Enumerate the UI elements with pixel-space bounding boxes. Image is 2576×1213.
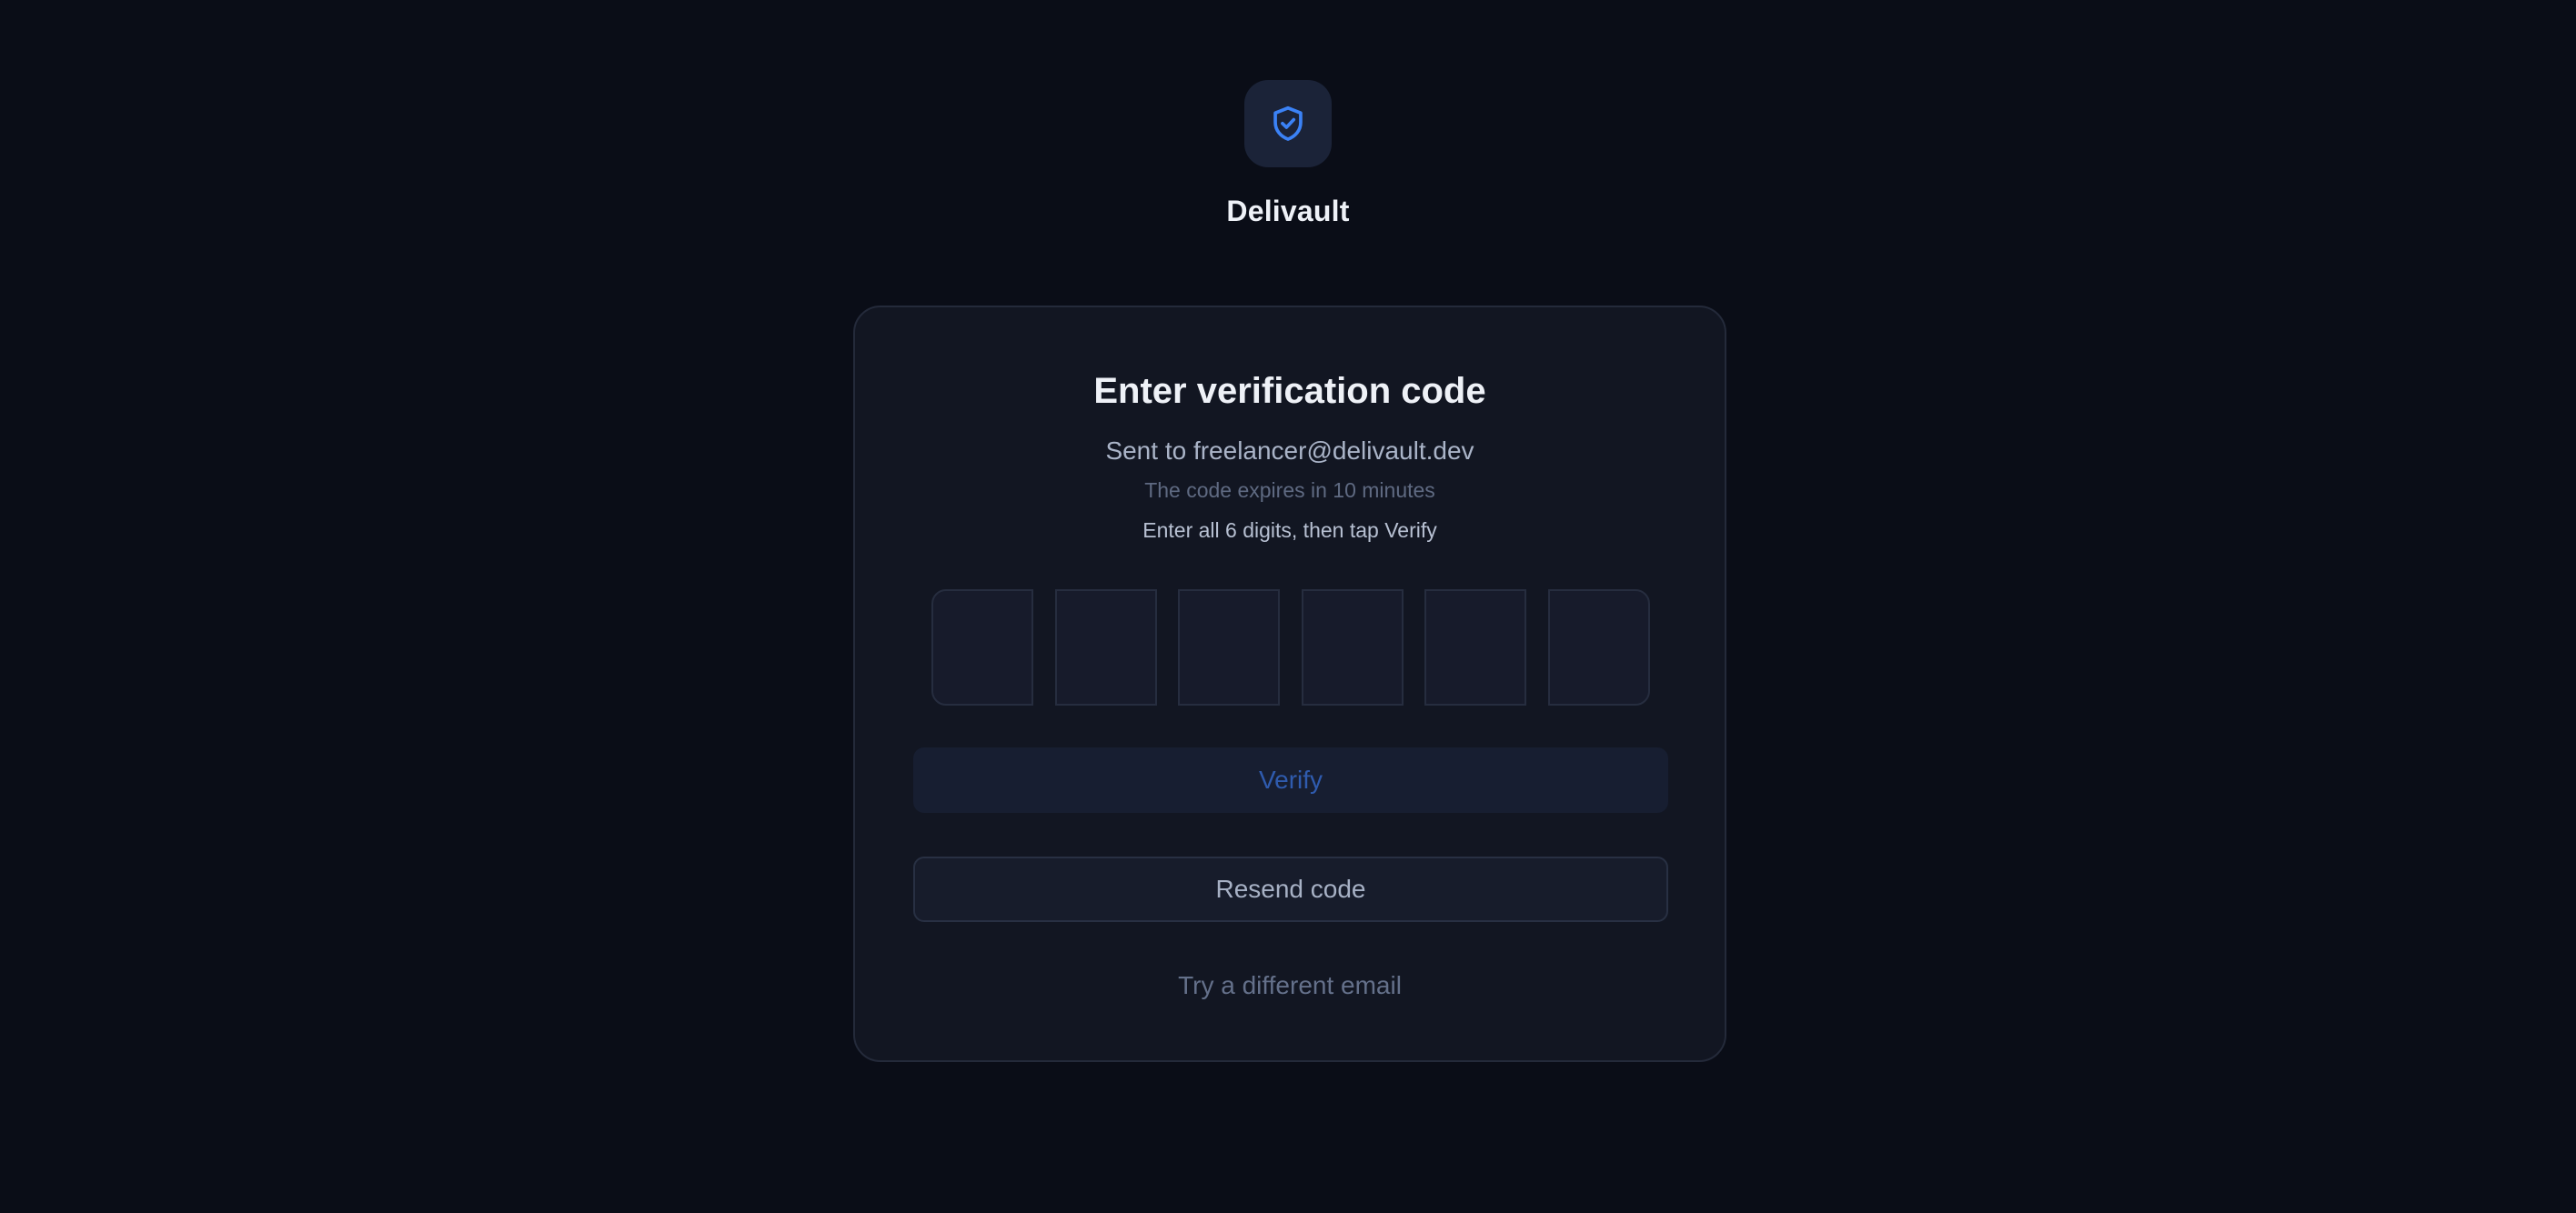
different-email-link[interactable]: Try a different email [855,971,1725,1000]
brand-header: Delivault [0,80,2576,228]
shield-check-icon [1273,105,1303,141]
verify-button[interactable]: Verify [913,747,1668,813]
code-input-group [931,589,1650,706]
verification-page: Delivault Enter verification code Sent t… [0,0,2576,1213]
expiry-note: The code expires in 10 minutes [1144,478,1435,502]
brand-name: Delivault [1226,195,1350,227]
page-title: Enter verification code [1093,371,1486,411]
code-digit-4-input[interactable] [1301,589,1404,706]
code-digit-6-input[interactable] [1547,589,1650,706]
code-digit-5-input[interactable] [1424,589,1527,706]
code-digit-2-input[interactable] [1054,589,1157,706]
resend-code-button[interactable]: Resend code [913,857,1668,922]
brand-logo [1244,80,1332,167]
code-digit-3-input[interactable] [1178,589,1281,706]
code-digit-1-input[interactable] [931,589,1033,706]
instruction-text: Enter all 6 digits, then tap Verify [1142,518,1437,542]
sent-to-text: Sent to freelancer@delivault.dev [1105,436,1474,465]
verification-card: Enter verification code Sent to freelanc… [853,306,1726,1062]
